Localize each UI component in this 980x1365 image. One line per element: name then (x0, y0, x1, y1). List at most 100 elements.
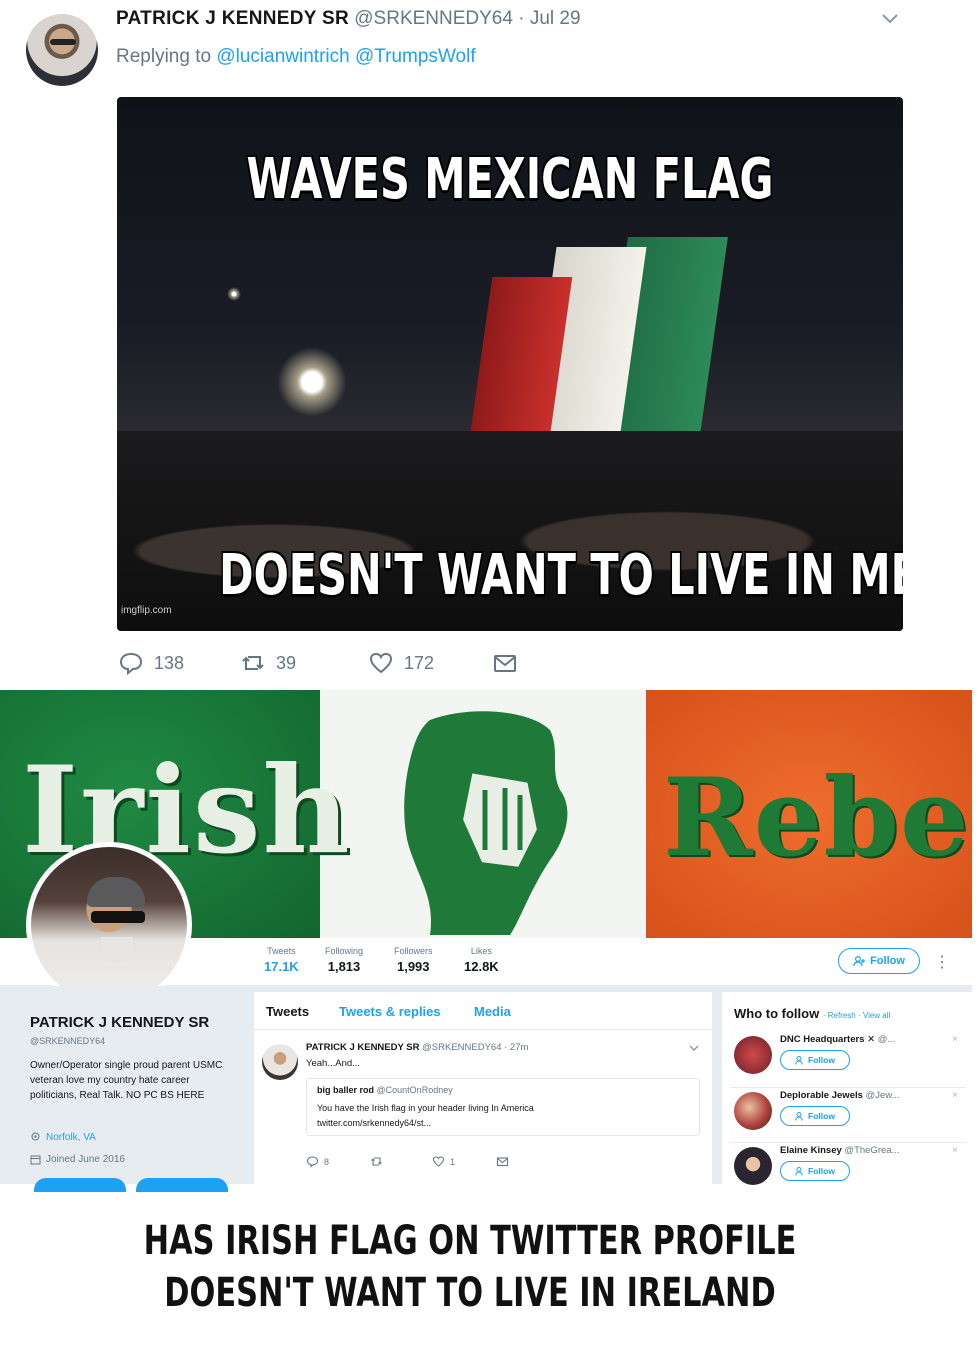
like-button[interactable]: 172 (368, 650, 434, 676)
avatar[interactable] (262, 1044, 298, 1080)
follow-button[interactable]: Follow (780, 1106, 850, 1126)
suggested-account[interactable]: DNC Headquarters ✕ @... × Follow (730, 1032, 966, 1082)
like-count: 1 (450, 1156, 456, 1167)
replying-to: Replying to @lucianwintrich @TrumpsWolf (116, 46, 476, 68)
stat-likes[interactable]: Likes 12.8K (464, 946, 499, 974)
dm-button[interactable] (496, 1155, 509, 1168)
banner-word-rebel: Rebel (663, 755, 972, 881)
stat-tweets[interactable]: Tweets 17.1K (264, 946, 299, 974)
panel-title: Who to follow (734, 1006, 820, 1021)
profile-name: PATRICK J KENNEDY SR (30, 1014, 210, 1031)
chevron-down-icon[interactable] (688, 1042, 700, 1054)
add-user-icon (853, 955, 866, 966)
profile-handle: @SRKENNEDY64 (30, 1036, 106, 1046)
reply-button[interactable]: 8 (306, 1155, 329, 1168)
who-to-follow-panel: Who to follow · Refresh · View all DNC H… (722, 992, 972, 1185)
suggested-account-name[interactable]: Elaine Kinsey @TheGrea... (780, 1145, 960, 1156)
stat-followers[interactable]: Followers 1,993 (394, 946, 433, 974)
retweet-count: 39 (276, 652, 297, 673)
suggested-account-name[interactable]: Deplorable Jewels @Jew... (780, 1090, 960, 1101)
author-name[interactable]: PATRICK J KENNEDY SR (116, 8, 349, 29)
replying-prefix: Replying to (116, 46, 212, 67)
calendar-icon (30, 1155, 41, 1165)
add-user-icon (795, 1111, 803, 1121)
stat-label: Followers (394, 946, 433, 956)
tab-tweets-replies[interactable]: Tweets & replies (339, 1004, 441, 1019)
follow-button[interactable]: Follow (780, 1050, 850, 1070)
mention-link[interactable]: @lucianwintrich (216, 46, 349, 67)
caption-line: DOESN'T WANT TO LIVE IN IRELAND (164, 1270, 776, 1316)
tweet-time[interactable]: · 27m (504, 1042, 528, 1053)
dismiss-icon[interactable]: × (952, 1090, 958, 1101)
reply-icon (306, 1156, 319, 1168)
dismiss-icon[interactable]: × (952, 1145, 958, 1156)
tweet-header: PATRICK J KENNEDY SR @SRKENNEDY64 · Jul … (116, 8, 581, 30)
retweet-button[interactable] (370, 1155, 383, 1168)
author-handle[interactable]: @SRKENNEDY64 (422, 1042, 501, 1053)
profile-location[interactable]: Norfolk, VA (30, 1132, 96, 1143)
refresh-link[interactable]: Refresh (828, 1011, 856, 1020)
profile-avatar[interactable] (26, 842, 192, 1008)
watermark: imgflip.com (121, 605, 172, 616)
quote-author-handle: @CountOnRodney (376, 1085, 453, 1095)
dm-button[interactable] (492, 650, 518, 676)
author-handle[interactable]: @SRKENNEDY64 (354, 8, 513, 29)
add-user-icon (795, 1166, 803, 1176)
quote-header: big baller rod @CountOnRodney (317, 1085, 453, 1095)
stat-label: Likes (470, 946, 492, 956)
meme-top-text: WAVES MEXICAN FLAG (246, 147, 774, 212)
tweet-to-button[interactable] (34, 1178, 126, 1192)
avatar[interactable] (734, 1147, 772, 1185)
like-button[interactable]: 1 (432, 1155, 455, 1168)
stat-value: 1,993 (396, 959, 430, 974)
tab-tweets[interactable]: Tweets (266, 1004, 309, 1019)
envelope-icon (496, 1157, 509, 1167)
message-button[interactable] (136, 1178, 228, 1192)
add-user-icon (795, 1055, 803, 1065)
retweet-button[interactable]: 39 (240, 650, 296, 676)
meme-image[interactable]: WAVES MEXICAN FLAG DOESN'T WANT TO LIVE … (117, 97, 903, 631)
profile-joined: Joined June 2016 (30, 1154, 125, 1165)
caption-line: HAS IRISH FLAG ON TWITTER PROFILE (143, 1218, 797, 1264)
suggested-account[interactable]: Deplorable Jewels @Jew... × Follow (730, 1087, 966, 1137)
more-options-icon[interactable]: ⋮ (934, 952, 950, 972)
quote-link[interactable]: twitter.com/srkennedy64/st... (317, 1116, 697, 1131)
chevron-down-icon[interactable] (880, 8, 900, 28)
heart-icon (369, 652, 393, 674)
joined-text: Joined June 2016 (46, 1154, 125, 1165)
timeline-tabs: Tweets Tweets & replies Media (254, 992, 712, 1030)
tweet: PATRICK J KENNEDY SR @SRKENNEDY64 · Jul … (0, 0, 980, 690)
envelope-icon (494, 655, 516, 672)
suggested-account-name[interactable]: DNC Headquarters ✕ @... (780, 1034, 960, 1045)
reply-icon (119, 652, 143, 676)
separator: · (518, 8, 525, 29)
reply-count: 138 (154, 652, 185, 673)
timeline: Tweets Tweets & replies Media PATRICK J … (254, 992, 712, 1184)
quoted-tweet[interactable]: big baller rod @CountOnRodney You have t… (306, 1078, 700, 1136)
stat-following[interactable]: Following 1,813 (325, 946, 363, 974)
avatar[interactable] (734, 1092, 772, 1130)
dismiss-icon[interactable]: × (952, 1034, 958, 1045)
author-name[interactable]: PATRICK J KENNEDY SR (306, 1042, 420, 1053)
tab-media[interactable]: Media (474, 1004, 511, 1019)
stat-value: 1,813 (327, 959, 361, 974)
avatar[interactable] (26, 14, 98, 86)
quote-author-name: big baller rod (317, 1085, 375, 1095)
avatar[interactable] (734, 1036, 772, 1074)
view-all-link[interactable]: View all (863, 1011, 890, 1020)
retweet-icon (371, 1157, 382, 1166)
reply-count: 8 (324, 1156, 330, 1167)
like-count: 172 (404, 652, 435, 673)
tweet-date[interactable]: Jul 29 (530, 8, 581, 29)
mention-link[interactable]: @TrumpsWolf (355, 46, 476, 67)
suggested-account[interactable]: Elaine Kinsey @TheGrea... × Follow (730, 1142, 966, 1192)
stat-label: Tweets (267, 946, 296, 956)
follow-label: Follow (870, 955, 905, 967)
follow-button[interactable]: Follow (838, 948, 920, 974)
reply-button[interactable]: 138 (118, 650, 184, 676)
meme-bottom-text: DOESN'T WANT TO LIVE IN MEXICO (219, 543, 903, 608)
location-text: Norfolk, VA (46, 1132, 96, 1143)
follow-button[interactable]: Follow (780, 1161, 850, 1181)
heart-icon (432, 1156, 445, 1167)
location-pin-icon (31, 1132, 40, 1141)
